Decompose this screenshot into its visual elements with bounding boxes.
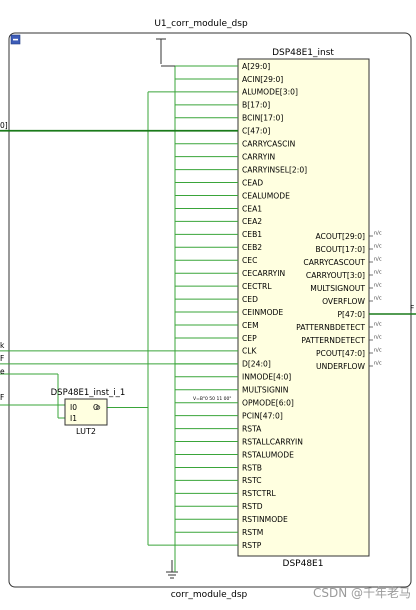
dsp-pin-out-acout290: ACOUT[29:0] <box>315 232 365 241</box>
dsp-pin-in-alumode30: ALUMODE[3:0] <box>242 88 298 97</box>
dsp-pin-in-carryin: CARRYIN <box>242 152 275 161</box>
port-left-0: 0] <box>0 121 8 130</box>
dsp-pin-in-rstalumode: RSTALUMODE <box>242 450 294 459</box>
port-right-0: F <box>410 304 414 313</box>
nc-label: n/c <box>374 361 382 367</box>
dsp-pin-out-underflow: UNDERFLOW <box>316 362 365 371</box>
dsp-pin-in-ced: CED <box>242 295 258 304</box>
dsp-pin-in-cecarryin: CECARRYIN <box>242 269 285 278</box>
dsp-pin-in-cec: CEC <box>242 256 257 265</box>
dsp-pin-in-bcin170: BCIN[17:0] <box>242 114 283 123</box>
dsp-pin-in-carryinsel20: CARRYINSEL[2:0] <box>242 165 307 174</box>
gnd-symbol <box>166 560 178 579</box>
dsp-pin-out-pcout470: PCOUT[47:0] <box>316 349 365 358</box>
dsp-type-name: DSP48E1 <box>283 559 324 569</box>
lut-type-name: LUT2 <box>76 427 96 436</box>
dsp-instance-name: DSP48E1_inst <box>272 48 334 58</box>
nc-label: n/c <box>374 270 382 276</box>
dsp-pin-out-bcout170: BCOUT[17:0] <box>315 245 365 254</box>
minus-icon <box>13 38 18 41</box>
port-left-4: F <box>0 393 4 402</box>
nc-label: n/c <box>374 231 382 237</box>
dsp-pin-in-cealumode: CEALUMODE <box>242 191 290 200</box>
nc-label: n/c <box>374 244 382 250</box>
nc-label: n/c <box>374 348 382 354</box>
nc-label: n/c <box>374 335 382 341</box>
nc-label: n/c <box>374 296 382 302</box>
dsp-pin-in-ceinmode: CEINMODE <box>242 308 283 317</box>
dsp-pin-in-b170: B[17:0] <box>242 101 270 110</box>
dsp-pin-in-multsignin: MULTSIGNIN <box>242 386 288 395</box>
lut-pin-i0: I0 <box>70 403 77 412</box>
dsp-pin-in-cead: CEAD <box>242 178 263 187</box>
nc-label: n/c <box>374 322 382 328</box>
schematic-canvas[interactable]: U1_corr_module_dsp corr_module_dsp DSP48… <box>0 0 416 610</box>
opmode-constant: V=B"0 50 11 00" <box>193 396 231 402</box>
dsp-pin-in-rstctrl: RSTCTRL <box>242 489 277 498</box>
dsp-pin-in-rstm: RSTM <box>242 528 263 537</box>
dsp-pin-in-acin290: ACIN[29:0] <box>242 75 283 84</box>
dsp-pin-in-rstallcarryin: RSTALLCARRYIN <box>242 437 303 446</box>
port-left-3: e <box>0 367 5 376</box>
dsp-pin-in-a290: A[29:0] <box>242 62 270 71</box>
dsp-pin-in-rstc: RSTC <box>242 476 262 485</box>
dsp-pin-in-cea2: CEA2 <box>242 217 262 226</box>
dsp-pin-in-rstp: RSTP <box>242 541 262 550</box>
dsp-pin-in-cea1: CEA1 <box>242 204 262 213</box>
dsp-pin-in-ceb2: CEB2 <box>242 243 262 252</box>
dsp-pin-in-opmode60: OPMODE[6:0] <box>242 399 294 408</box>
nc-label: n/c <box>374 257 382 263</box>
dsp-pin-in-cem: CEM <box>242 321 259 330</box>
watermark: CSDN @千年老马 <box>313 586 411 600</box>
dsp-pin-in-c470: C[47:0] <box>242 127 270 136</box>
lut-instance-name: DSP48E1_inst_i_1 <box>51 388 126 398</box>
module-bottom-label: corr_module_dsp <box>171 590 248 600</box>
dsp-pin-in-ceb1: CEB1 <box>242 230 262 239</box>
dsp-pin-out-patternbdetect: PATTERNBDETECT <box>296 323 365 332</box>
dsp-pin-in-carrycascin: CARRYCASCIN <box>242 140 295 149</box>
dsp-pin-in-cep: CEP <box>242 334 257 343</box>
module-top-label: U1_corr_module_dsp <box>154 19 248 29</box>
dsp-pin-in-cectrl: CECTRL <box>242 282 272 291</box>
dsp-pin-out-overflow: OVERFLOW <box>322 297 365 306</box>
dsp-pin-out-carrycascout: CARRYCASCOUT <box>303 258 365 267</box>
dsp-pin-in-rsta: RSTA <box>242 424 262 433</box>
dsp-pin-in-clk: CLK <box>242 347 258 356</box>
lut-pin-i1: I1 <box>70 414 77 423</box>
dsp-pin-out-carryout30: CARRYOUT[3:0] <box>306 271 365 280</box>
port-left-2: F <box>0 354 4 363</box>
dsp-pin-in-inmode40: INMODE[4:0] <box>242 373 291 382</box>
dsp-pin-in-d240: D[24:0] <box>242 360 271 369</box>
dsp-pin-in-rstd: RSTD <box>242 502 263 511</box>
dsp-pin-in-pcin470: PCIN[47:0] <box>242 411 283 420</box>
dsp-pin-out-p470: P[47:0] <box>337 310 365 319</box>
dsp-pin-in-rstinmode: RSTINMODE <box>242 515 288 524</box>
dsp-pin-in-rstb: RSTB <box>242 463 262 472</box>
vcc-symbol <box>156 38 166 46</box>
dsp-pin-out-patterndetect: PATTERNDETECT <box>301 336 365 345</box>
port-left-1: k <box>0 341 5 350</box>
dsp-pin-out-multsignout: MULTSIGNOUT <box>310 284 365 293</box>
nc-label: n/c <box>374 283 382 289</box>
